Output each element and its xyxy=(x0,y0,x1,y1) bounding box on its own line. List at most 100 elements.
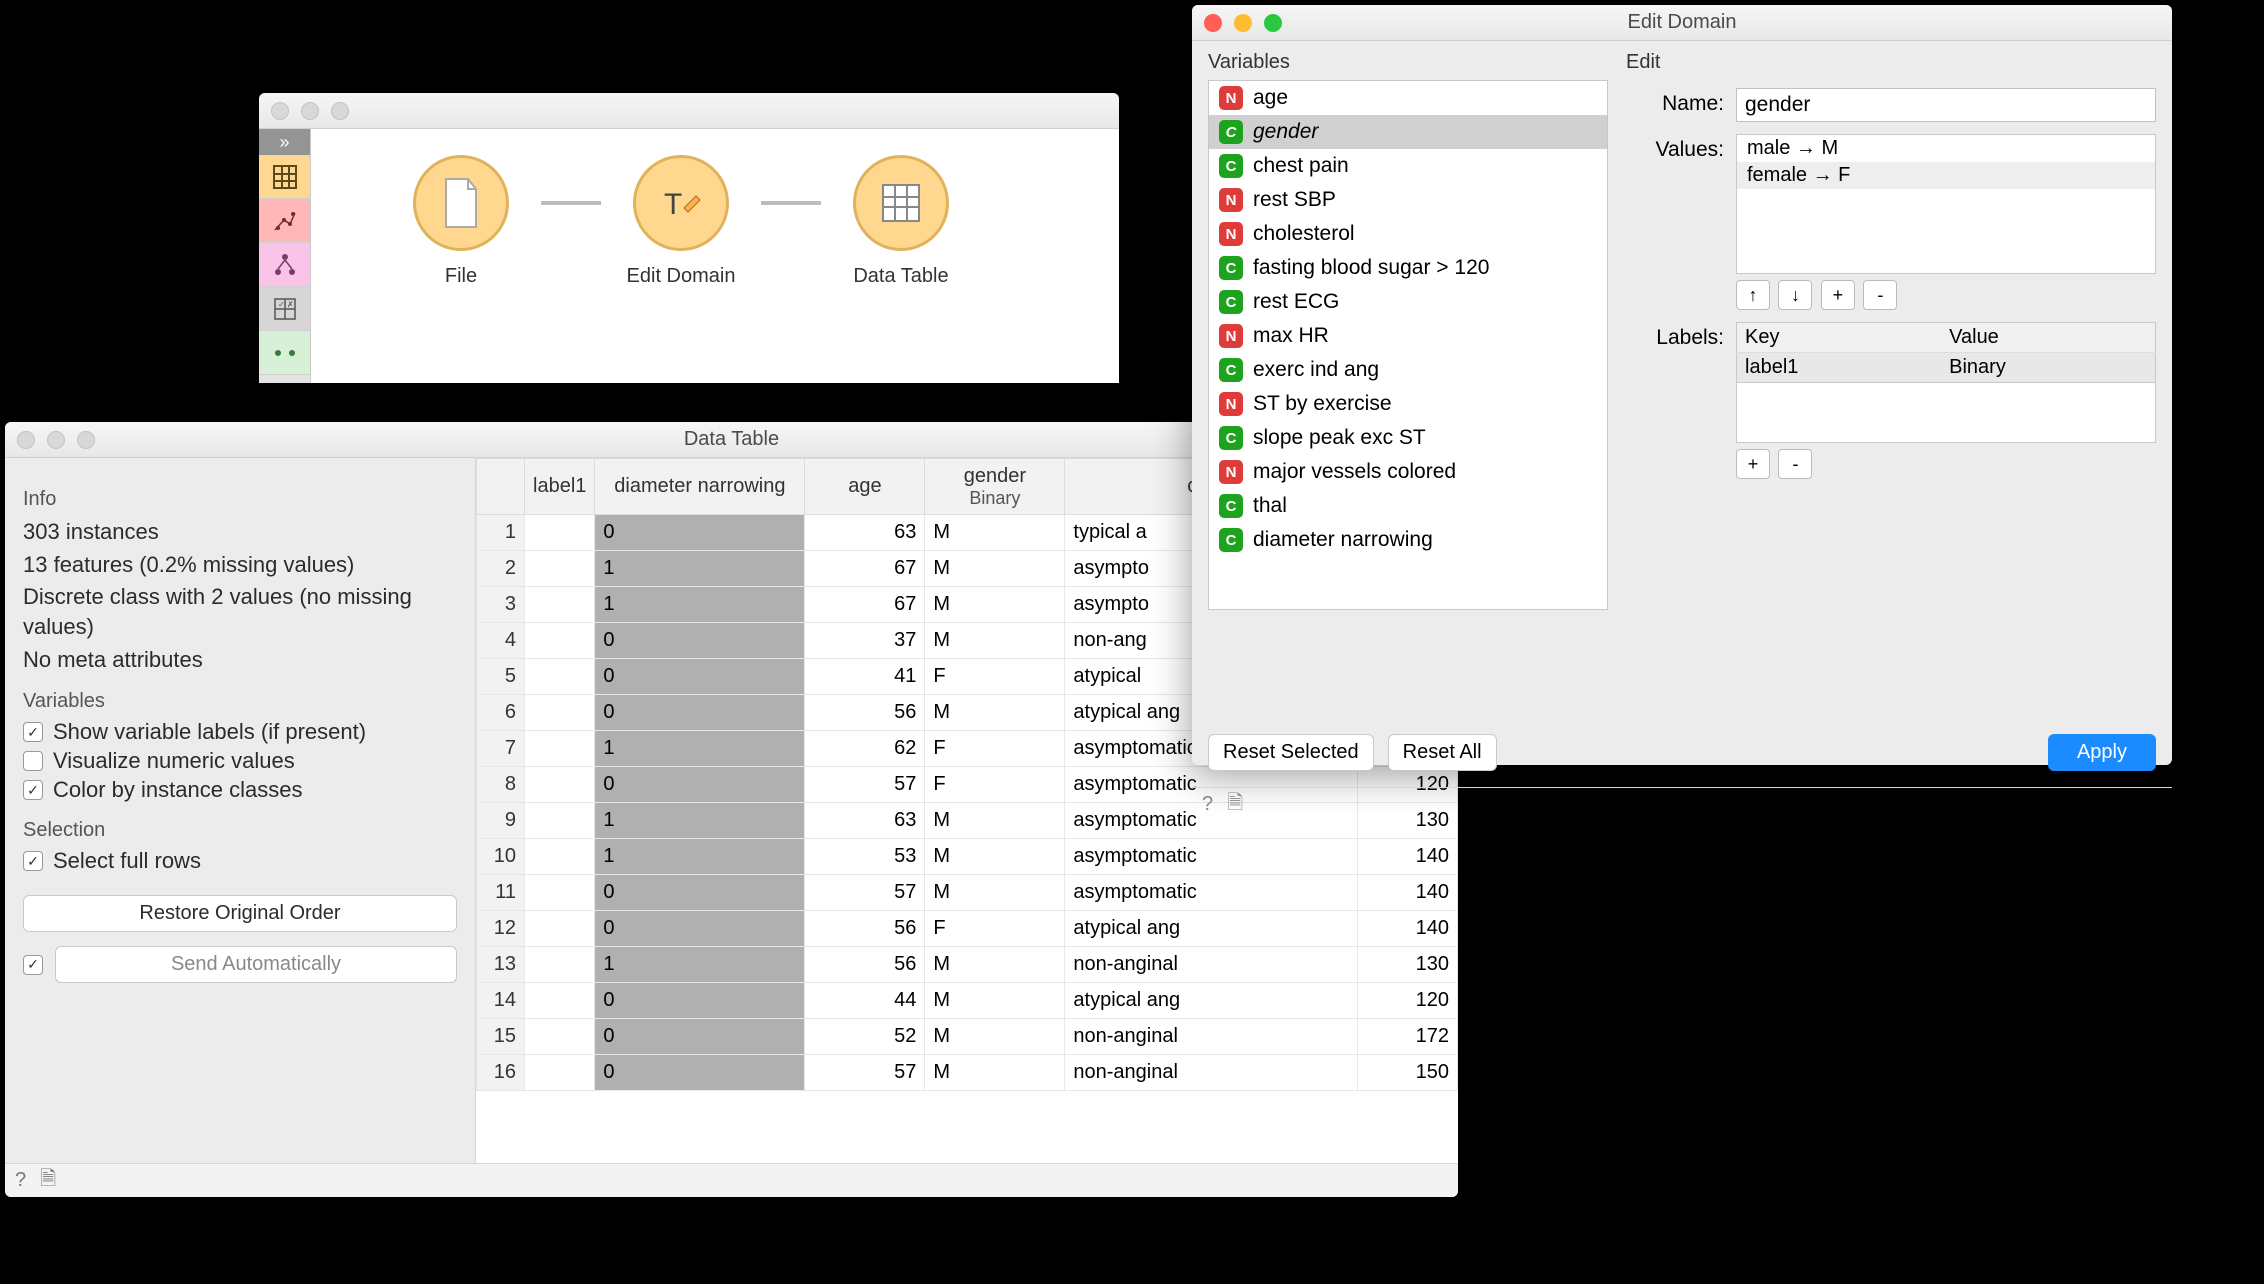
column-header[interactable]: label1 xyxy=(525,459,595,515)
check-label: Visualize numeric values xyxy=(53,748,295,774)
restore-order-button[interactable]: Restore Original Order xyxy=(23,895,457,932)
minimize-icon[interactable] xyxy=(1234,14,1252,32)
zoom-icon[interactable] xyxy=(77,431,95,449)
checkbox-icon[interactable] xyxy=(23,751,43,771)
minimize-icon[interactable] xyxy=(47,431,65,449)
column-header[interactable]: diameter narrowing xyxy=(595,459,805,515)
edit-domain-window: Edit Domain Variables NageCgenderCchest … xyxy=(1192,5,2172,765)
check-select-full-rows[interactable]: ✓ Select full rows xyxy=(23,848,457,874)
variable-item[interactable]: Nmax HR xyxy=(1209,319,1607,353)
tree-icon xyxy=(272,252,298,278)
category-evaluate-icon[interactable]: ✓✗ xyxy=(259,287,310,331)
edit-domain-titlebar[interactable]: Edit Domain xyxy=(1192,5,2172,41)
zoom-icon[interactable] xyxy=(1264,14,1282,32)
help-icon[interactable]: ? xyxy=(15,1169,26,1192)
variable-item[interactable]: Cdiameter narrowing xyxy=(1209,523,1607,557)
node-edit-domain[interactable]: T Edit Domain xyxy=(571,155,791,288)
checkbox-icon[interactable]: ✓ xyxy=(23,722,43,742)
send-automatically-button[interactable]: Send Automatically xyxy=(55,946,457,983)
variable-item[interactable]: Ncholesterol xyxy=(1209,217,1607,251)
table-row[interactable]: 10153Masymptomatic140 xyxy=(477,839,1458,875)
zoom-icon[interactable] xyxy=(331,102,349,120)
labels-label: Labels: xyxy=(1626,322,1736,350)
node-label: Edit Domain xyxy=(627,265,736,288)
edit-label: Edit xyxy=(1626,51,2156,74)
check-color-classes[interactable]: ✓ Color by instance classes xyxy=(23,777,457,803)
send-auto-checkbox[interactable]: ✓ xyxy=(23,955,43,975)
info-header: Info xyxy=(23,488,457,511)
report-icon[interactable]: 🗎 xyxy=(40,1164,56,1198)
value-up-button[interactable]: ↑ xyxy=(1736,280,1770,310)
variable-item[interactable]: NST by exercise xyxy=(1209,387,1607,421)
check-show-labels[interactable]: ✓ Show variable labels (if present) xyxy=(23,719,457,745)
category-visualize-icon[interactable] xyxy=(259,199,310,243)
table-row[interactable]: 15052Mnon-anginal172 xyxy=(477,1019,1458,1055)
value-add-button[interactable]: + xyxy=(1821,280,1855,310)
value-down-button[interactable]: ↓ xyxy=(1778,280,1812,310)
variable-item[interactable]: Cslope peak exc ST xyxy=(1209,421,1607,455)
svg-text:T: T xyxy=(664,188,682,221)
variable-item[interactable]: Nmajor vessels colored xyxy=(1209,455,1607,489)
help-icon[interactable]: ? xyxy=(1202,793,1213,816)
table-row[interactable]: 16057Mnon-anginal150 xyxy=(477,1055,1458,1091)
variable-item[interactable]: Cfasting blood sugar > 120 xyxy=(1209,251,1607,285)
check-label: Color by instance classes xyxy=(53,777,302,803)
reset-all-button[interactable]: Reset All xyxy=(1388,734,1497,771)
labels-value-header: Value xyxy=(1941,323,2155,353)
node-label: Data Table xyxy=(853,265,948,288)
edit-domain-footer: Reset Selected Reset All Apply xyxy=(1192,717,2172,787)
variable-item[interactable]: Cgender xyxy=(1209,115,1607,149)
variables-header: Variables xyxy=(23,690,457,713)
sidebar-expand-icon[interactable]: » xyxy=(259,129,310,155)
table-row[interactable]: 14044Matypical ang120 xyxy=(477,983,1458,1019)
info-instances: 303 instances xyxy=(23,517,457,547)
node-file[interactable]: File xyxy=(351,155,571,288)
table-row[interactable]: 11057Masymptomatic140 xyxy=(477,875,1458,911)
reset-selected-button[interactable]: Reset Selected xyxy=(1208,734,1374,771)
table-row[interactable]: 13156Mnon-anginal130 xyxy=(477,947,1458,983)
close-icon[interactable] xyxy=(271,102,289,120)
variable-item[interactable]: Cchest pain xyxy=(1209,149,1607,183)
label-row[interactable]: label1Binary xyxy=(1737,353,2156,383)
minimize-icon[interactable] xyxy=(301,102,319,120)
check-visualize[interactable]: Visualize numeric values xyxy=(23,748,457,774)
value-item[interactable]: male → M xyxy=(1737,135,2155,162)
column-header[interactable]: age xyxy=(805,459,925,515)
info-class: Discrete class with 2 values (no missing… xyxy=(23,582,457,641)
variables-list[interactable]: NageCgenderCchest painNrest SBPNcholeste… xyxy=(1208,80,1608,610)
variable-item[interactable]: Nage xyxy=(1209,81,1607,115)
close-icon[interactable] xyxy=(1204,14,1222,32)
apply-button[interactable]: Apply xyxy=(2048,734,2156,771)
column-header[interactable]: genderBinary xyxy=(925,459,1065,515)
check-label: Select full rows xyxy=(53,848,201,874)
canvas-titlebar[interactable] xyxy=(259,93,1119,129)
category-model-icon[interactable] xyxy=(259,243,310,287)
variable-item[interactable]: Cexerc ind ang xyxy=(1209,353,1607,387)
node-data-table[interactable]: Data Table xyxy=(791,155,1011,288)
labels-table[interactable]: Key Value label1Binary xyxy=(1736,322,2156,383)
category-unsupervised-icon[interactable] xyxy=(259,331,310,375)
edit-domain-statusbar: ? 🗎 xyxy=(1192,787,2172,821)
info-meta: No meta attributes xyxy=(23,645,457,675)
checkbox-icon[interactable]: ✓ xyxy=(23,851,43,871)
label-remove-button[interactable]: - xyxy=(1778,449,1812,479)
data-table-statusbar: ? 🗎 xyxy=(5,1163,1458,1197)
distance-icon xyxy=(272,343,298,363)
variable-item[interactable]: Nrest SBP xyxy=(1209,183,1607,217)
workflow-canvas[interactable]: File T Edit Domain Data Table xyxy=(311,129,1119,383)
close-icon[interactable] xyxy=(17,431,35,449)
value-remove-button[interactable]: - xyxy=(1863,280,1897,310)
report-icon[interactable]: 🗎 xyxy=(1227,788,1243,822)
table-row[interactable]: 12056Fatypical ang140 xyxy=(477,911,1458,947)
checkbox-icon[interactable]: ✓ xyxy=(23,780,43,800)
value-item[interactable]: female → F xyxy=(1737,162,2155,189)
variable-item[interactable]: Crest ECG xyxy=(1209,285,1607,319)
widget-category-sidebar: » ✓✗ xyxy=(259,129,311,383)
label-add-button[interactable]: + xyxy=(1736,449,1770,479)
file-icon xyxy=(440,177,482,229)
category-data-icon[interactable] xyxy=(259,155,310,199)
name-input[interactable] xyxy=(1736,88,2156,122)
variable-item[interactable]: Cthal xyxy=(1209,489,1607,523)
values-list[interactable]: male → Mfemale → F xyxy=(1736,134,2156,274)
check-label: Show variable labels (if present) xyxy=(53,719,366,745)
